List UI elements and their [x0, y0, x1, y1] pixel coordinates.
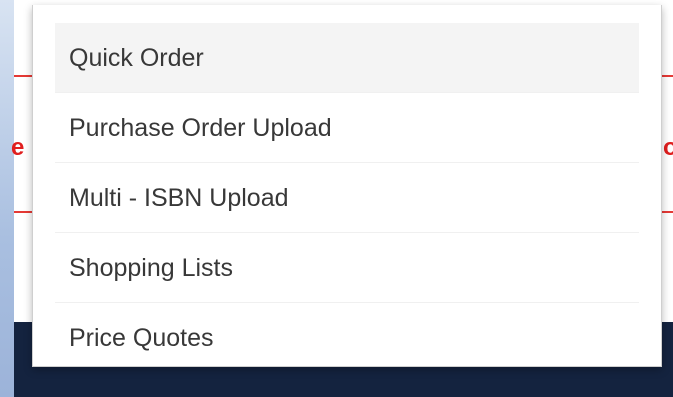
window-edge: [0, 0, 14, 397]
divider-line-right-bottom: [662, 211, 673, 213]
menu-item-shopping-lists[interactable]: Shopping Lists: [55, 233, 639, 303]
menu-item-quick-order[interactable]: Quick Order: [55, 23, 639, 93]
divider-line-right-top: [662, 75, 673, 77]
background-text-left: e: [11, 134, 25, 161]
background-text-right: o: [663, 134, 673, 161]
menu-list: Quick Order Purchase Order Upload Multi …: [33, 5, 661, 373]
menu-item-purchase-order-upload[interactable]: Purchase Order Upload: [55, 93, 639, 163]
divider-line-left-bottom: [14, 211, 32, 213]
orders-dropdown-menu: Quick Order Purchase Order Upload Multi …: [32, 5, 662, 367]
divider-line-left-top: [14, 75, 32, 77]
menu-item-multi-isbn-upload[interactable]: Multi - ISBN Upload: [55, 163, 639, 233]
menu-item-price-quotes[interactable]: Price Quotes: [55, 303, 639, 373]
